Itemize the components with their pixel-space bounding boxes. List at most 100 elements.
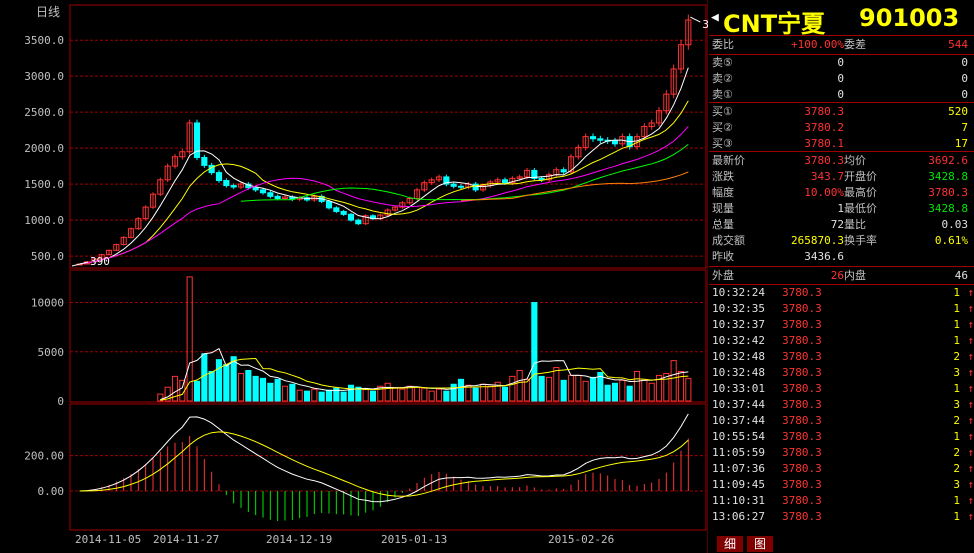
period-label: 日线	[36, 5, 60, 19]
volume-bar	[318, 391, 325, 402]
sell-volume: 0	[961, 72, 968, 85]
tick-time: 10:33:01	[712, 382, 765, 395]
candle-body	[347, 213, 355, 221]
volume-bar	[443, 390, 450, 402]
weibi-label: 委比	[712, 38, 734, 51]
tick-time: 13:06:27	[712, 510, 765, 523]
tick-row[interactable]: 10:37:44 3780.3 2 ↑	[712, 413, 974, 429]
macd-panel-frame	[69, 403, 707, 531]
stat-row: 最新价 3780.3 均价 3692.6	[712, 153, 971, 169]
tick-price: 3780.3	[782, 286, 822, 299]
tick-volume: 3	[953, 398, 960, 411]
tick-volume: 3	[953, 366, 960, 379]
sell-row: 卖② 0 0	[712, 71, 971, 87]
volume-bar	[567, 374, 575, 402]
date-axis-label: 2014-11-05	[75, 533, 141, 546]
buy-level-label: 买①	[712, 105, 733, 118]
up-arrow-icon: ↑	[967, 286, 974, 299]
tick-row[interactable]: 11:05:59 3780.3 2 ↑	[712, 445, 974, 461]
volume-tick-label: 0	[57, 395, 64, 408]
stat-label: 涨跌	[712, 170, 734, 183]
volume-bar	[538, 375, 545, 402]
up-arrow-icon: ↑	[967, 494, 974, 507]
tab-detail[interactable]: 细	[717, 536, 743, 552]
stat-label: 最低价	[844, 202, 877, 215]
volume-bar	[223, 364, 230, 402]
volume-bar	[428, 390, 435, 402]
candle-body	[472, 183, 479, 191]
tick-price: 3780.3	[782, 318, 822, 331]
volume-bar	[648, 382, 655, 402]
candle-body	[230, 185, 237, 188]
stat-label: 量比	[844, 218, 866, 231]
volume-bar	[472, 387, 479, 402]
tick-row[interactable]: 10:32:24 3780.3 1 ↑	[712, 285, 974, 301]
stat-row: 涨跌 343.7 开盘价 3428.8	[712, 169, 971, 185]
panel-tabs: 细 图	[709, 534, 974, 553]
tick-price: 3780.3	[782, 430, 822, 443]
sell-volume: 0	[961, 56, 968, 69]
collapse-arrow-icon[interactable]: ◀	[711, 10, 719, 25]
kline-chart[interactable]: 3500.0 3000.0 2500.0 2000.0 1500.0 1000.0 500.…	[0, 0, 708, 553]
tick-time: 11:05:59	[712, 446, 765, 459]
tick-row[interactable]: 13:06:27 3780.3 1 ↑	[712, 509, 974, 525]
tick-time: 10:32:42	[712, 334, 765, 347]
tick-row[interactable]: 11:09:45 3780.3 3 ↑	[712, 477, 974, 493]
price-tick-label: 500.0	[31, 250, 64, 263]
volume-bar	[516, 369, 523, 402]
volume-bar	[457, 378, 465, 402]
stat-value: 10.00%	[804, 186, 844, 199]
volume-bar	[487, 385, 494, 402]
volume-bar	[501, 386, 509, 402]
stat-label: 最高价	[844, 186, 877, 199]
tick-volume: 1	[953, 510, 960, 523]
price-tick-label: 1500.0	[24, 178, 64, 191]
up-arrow-icon: ↑	[967, 478, 974, 491]
tick-row[interactable]: 11:07:36 3780.3 2 ↑	[712, 461, 974, 477]
tick-volume: 1	[953, 318, 960, 331]
tick-row[interactable]: 10:32:35 3780.3 1 ↑	[712, 301, 974, 317]
price-tick-label: 3000.0	[24, 70, 64, 83]
tick-volume: 1	[953, 286, 960, 299]
tick-row[interactable]: 10:32:48 3780.3 2 ↑	[712, 349, 974, 365]
tick-volume: 2	[953, 446, 960, 459]
tick-row[interactable]: 10:32:37 3780.3 1 ↑	[712, 317, 974, 333]
volume-bar	[289, 383, 296, 402]
stat-row: 现量 1 最低价 3428.8	[712, 201, 971, 217]
macd-dif-line	[79, 413, 689, 503]
buy-price: 3780.1	[804, 137, 844, 150]
macd-tick-label: 0.00	[38, 485, 65, 498]
tick-row[interactable]: 10:32:42 3780.3 1 ↑	[712, 333, 974, 349]
tick-row[interactable]: 10:55:54 3780.3 1 ↑	[712, 429, 974, 445]
tick-time: 11:10:31	[712, 494, 765, 507]
volume-bar	[641, 379, 648, 402]
volume-bar	[208, 370, 215, 402]
stat-row: 昨收 3436.6	[712, 249, 971, 265]
buy-row: 买② 3780.2 7	[712, 120, 971, 136]
low-price-label: 390	[90, 255, 110, 268]
volume-bar	[633, 370, 641, 402]
volume-bar	[560, 379, 567, 402]
sell-price: 0	[837, 56, 844, 69]
tick-row[interactable]: 11:10:31 3780.3 1 ↑	[712, 493, 974, 509]
stock-name: CNT宁夏	[723, 10, 826, 38]
kline-chart-area[interactable]: 3500.0 3000.0 2500.0 2000.0 1500.0 1000.0 500.…	[0, 0, 708, 553]
tick-time: 11:09:45	[712, 478, 765, 491]
tick-volume: 2	[953, 350, 960, 363]
volume-bar	[421, 387, 428, 402]
candle-body	[501, 179, 509, 184]
tick-price: 3780.3	[782, 494, 822, 507]
stat-value: 3428.8	[928, 202, 968, 215]
tick-row[interactable]: 10:33:01 3780.3 1 ↑	[712, 381, 974, 397]
volume-bar	[347, 384, 355, 402]
tick-row[interactable]: 10:37:44 3780.3 3 ↑	[712, 397, 974, 413]
volume-bar	[531, 302, 538, 402]
volume-bar	[611, 382, 619, 402]
stat-label: 开盘价	[844, 170, 877, 183]
tab-chart[interactable]: 图	[747, 536, 773, 552]
stat-label: 换手率	[844, 234, 877, 247]
candle-body	[252, 187, 259, 191]
tick-time: 10:32:35	[712, 302, 765, 315]
volume-bar	[230, 356, 237, 402]
tick-row[interactable]: 10:32:48 3780.3 3 ↑	[712, 365, 974, 381]
